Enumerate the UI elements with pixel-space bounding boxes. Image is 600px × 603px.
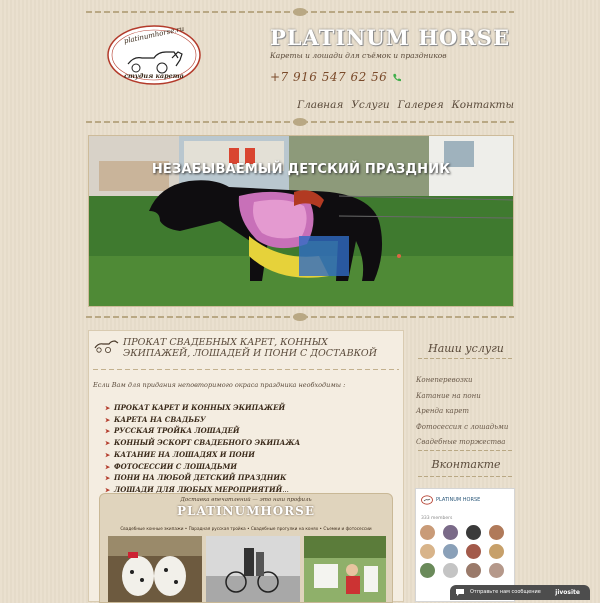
avatar[interactable] — [466, 525, 481, 540]
nav-item-gallery[interactable]: Галерея — [398, 99, 444, 111]
nav-item-home[interactable]: Главная — [297, 99, 343, 111]
promo-banner[interactable]: Доставка впечатлений — это наш профиль P… — [99, 493, 393, 603]
sidebar-item-photoshoot[interactable]: Фотосессия с лошадьми — [416, 420, 508, 436]
hero-banner[interactable]: НЕЗАБЫВАЕМЫЙ ДЕТСКИЙ ПРАЗДНИК — [88, 135, 514, 307]
list-item: ➤ ПРОКАТ КАРЕТ И КОННЫХ ЭКИПАЖЕЙ — [105, 403, 286, 412]
avatar[interactable] — [443, 525, 458, 540]
vk-group-name[interactable]: PLATINUM HORSE — [436, 497, 480, 503]
vk-group-logo-icon — [421, 495, 433, 505]
photoshoot-image — [304, 536, 386, 602]
nav-item-services[interactable]: Услуги — [351, 99, 389, 111]
phone-icon — [393, 73, 402, 82]
main-content: ПРОКАТ СВАДЕБНЫХ КАРЕТ, КОННЫХ ЭКИПАЖЕЙ,… — [88, 330, 404, 603]
avatar[interactable] — [443, 544, 458, 559]
dalmatian-horses-image — [108, 536, 202, 602]
arrow-icon: ➤ — [105, 428, 111, 436]
vk-avatars — [420, 525, 512, 578]
phone-number[interactable]: +7 916 547 62 56 — [270, 70, 402, 84]
list-item: ➤ ПОНИ НА ЛЮБОЙ ДЕТСКИЙ ПРАЗДНИК — [105, 473, 287, 483]
promo-photo-3 — [304, 536, 386, 602]
avatar[interactable] — [420, 525, 435, 540]
sidebar-item-carriage-rental[interactable]: Аренда карет — [416, 404, 508, 420]
header-top-divider — [86, 8, 514, 16]
sidebar-item-transport[interactable]: Конеперевозки — [416, 373, 508, 389]
avatar[interactable] — [420, 544, 435, 559]
main-nav: Главная Услуги Галерея Контакты — [297, 99, 514, 111]
main-title-divider — [93, 367, 399, 373]
avatar[interactable] — [489, 544, 504, 559]
chat-widget[interactable]: Отправьте нам сообщение jivosite — [450, 585, 590, 600]
chat-bubble-icon — [456, 589, 464, 596]
nav-divider — [86, 118, 514, 126]
sidebar-services-list: Конеперевозки Катание на пони Аренда кар… — [416, 373, 508, 451]
avatar[interactable] — [466, 544, 481, 559]
arrow-icon: ➤ — [105, 405, 111, 412]
site-logo[interactable]: platinumhorse.ru студия карета — [106, 24, 202, 86]
sidebar-vk-title: Вконтакте — [431, 458, 501, 471]
arrow-icon: ➤ — [105, 463, 111, 471]
list-item: ➤ ФОТОСЕССИИ С ЛОШАДЬМИ — [105, 461, 238, 471]
avatar[interactable] — [466, 563, 481, 578]
avatar[interactable] — [489, 525, 504, 540]
list-item: ➤ КАРЕТА НА СВАДЬБУ — [105, 414, 206, 424]
vk-members-count: 333 members — [421, 516, 453, 521]
promo-photo-2 — [206, 536, 300, 602]
jivosite-logo: jivosite — [555, 588, 580, 596]
sidebar-mid-divider — [418, 448, 514, 454]
arrow-icon: ➤ — [105, 416, 111, 424]
promo-subtitle: Доставка впечатлений — это наш профиль — [180, 497, 312, 503]
promo-photo-1 — [108, 536, 202, 602]
main-title: ПРОКАТ СВАДЕБНЫХ КАРЕТ, КОННЫХ ЭКИПАЖЕЙ,… — [123, 337, 378, 359]
banner-divider — [86, 313, 514, 321]
arrow-icon: ➤ — [105, 451, 111, 459]
banner-title: НЕЗАБЫВАЕМЫЙ ДЕТСКИЙ ПРАЗДНИК — [151, 162, 451, 177]
phone-number-text: +7 916 547 62 56 — [270, 70, 388, 84]
arrow-icon: ➤ — [105, 440, 111, 448]
sidebar-vk-divider — [418, 474, 514, 480]
promo-brand: PLATINUMHORSE — [177, 504, 315, 518]
chat-label: Отправьте нам сообщение — [470, 589, 541, 595]
avatar[interactable] — [443, 563, 458, 578]
list-item: ➤ РУССКАЯ ТРОЙКА ЛОШАДЕЙ — [105, 426, 240, 436]
sidebar-services-title: Наши услуги — [428, 342, 504, 355]
logo-text-bottom: студия карета — [124, 72, 184, 80]
tagline: Кареты и лошади для съёмок и праздников — [270, 51, 447, 60]
intro-text: Если Вам для придания неповторимого окра… — [93, 381, 346, 389]
avatar[interactable] — [420, 563, 435, 578]
avatar[interactable] — [489, 563, 504, 578]
arrow-icon: ➤ — [105, 475, 111, 483]
promo-links: Свадебные конные экипажи • Парадная русс… — [120, 526, 372, 531]
sidebar-services-divider — [418, 356, 514, 362]
carriage-icon — [94, 340, 119, 353]
list-item: ➤ КОННЫЙ ЭСКОРТ СВАДЕБНОГО ЭКИПАЖА — [105, 438, 301, 448]
services-list: ➤ ПРОКАТ КАРЕТ И КОННЫХ ЭКИПАЖЕЙ ➤ КАРЕТА … — [105, 403, 300, 497]
list-item: ➤ КАТАНИЕ НА ЛОШАДЯХ И ПОНИ — [105, 449, 255, 459]
brand-title: PLATINUM HORSE — [270, 25, 510, 50]
sidebar-item-pony-riding[interactable]: Катание на пони — [416, 389, 508, 405]
bw-carriage-image — [206, 536, 300, 602]
nav-item-contacts[interactable]: Контакты — [452, 99, 514, 111]
